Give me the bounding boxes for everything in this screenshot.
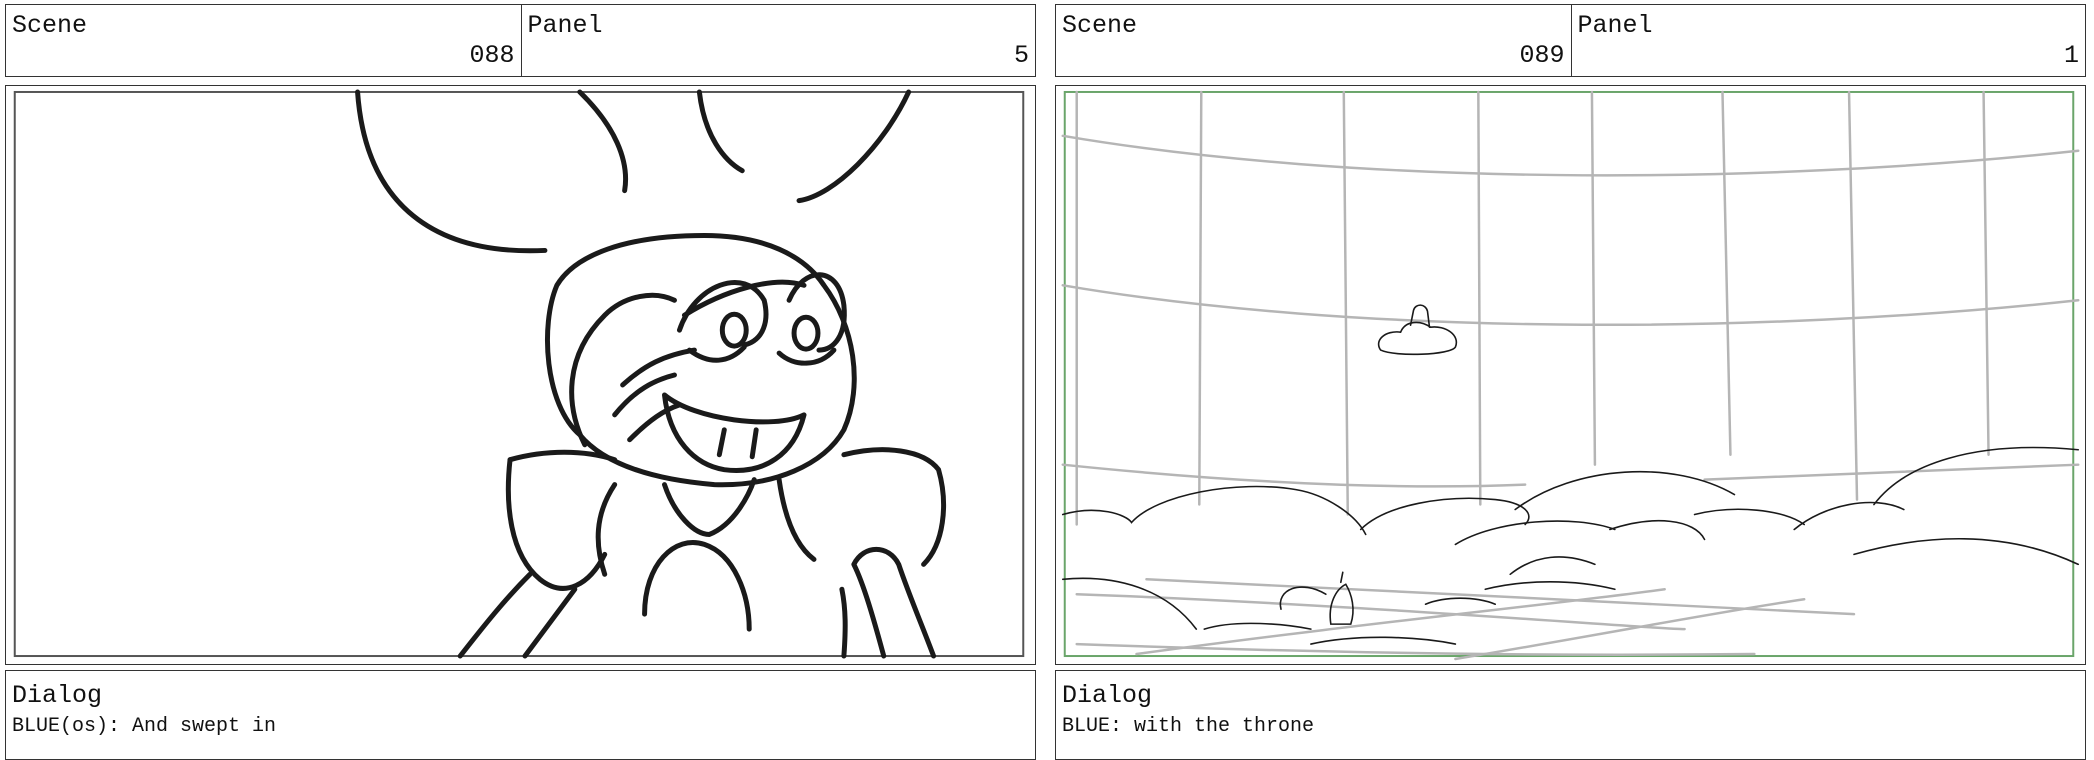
dialog-text: BLUE(os): And swept in bbox=[12, 715, 277, 738]
scene-cell: Scene 089 bbox=[1056, 5, 1571, 76]
dialog-box: Dialog BLUE: with the throne bbox=[1055, 670, 2086, 760]
panel-label: Panel bbox=[1577, 11, 1653, 40]
panel-label: Panel bbox=[527, 11, 603, 40]
storyboard-left: Scene 088 Panel 5 Dialog BLUE(os): And s… bbox=[5, 0, 1040, 760]
panel-image bbox=[5, 85, 1036, 665]
scene-number: 089 bbox=[1519, 41, 1565, 70]
scene-label: Scene bbox=[1062, 11, 1138, 40]
dialog-box: Dialog BLUE(os): And swept in bbox=[5, 670, 1036, 760]
dialog-label: Dialog bbox=[1062, 681, 1153, 710]
panel-number: 5 bbox=[1013, 41, 1029, 70]
safe-frame bbox=[1063, 90, 2075, 658]
ink-lines bbox=[355, 89, 946, 659]
panel-cell: Panel 1 bbox=[1570, 5, 2086, 76]
grid-lines bbox=[1061, 90, 2080, 661]
character-sketch bbox=[13, 89, 1025, 659]
panel-cell: Panel 5 bbox=[520, 5, 1036, 76]
panel-image bbox=[1055, 85, 2086, 665]
dialog-label: Dialog bbox=[12, 681, 103, 710]
throne-room-sketch bbox=[1061, 90, 2080, 661]
scene-number: 088 bbox=[469, 41, 515, 70]
cloud-lines bbox=[1061, 304, 2080, 645]
scene-cell: Scene 088 bbox=[6, 5, 521, 76]
storyboard-right: Scene 089 Panel 1 Dialog BLUE: with the … bbox=[1055, 0, 2090, 760]
safe-frame bbox=[13, 90, 1025, 658]
scene-label: Scene bbox=[12, 11, 88, 40]
header-bar: Scene 089 Panel 1 bbox=[1055, 4, 2086, 77]
dialog-text: BLUE: with the throne bbox=[1062, 715, 1315, 738]
panel-number: 1 bbox=[2063, 41, 2079, 70]
header-bar: Scene 088 Panel 5 bbox=[5, 4, 1036, 77]
